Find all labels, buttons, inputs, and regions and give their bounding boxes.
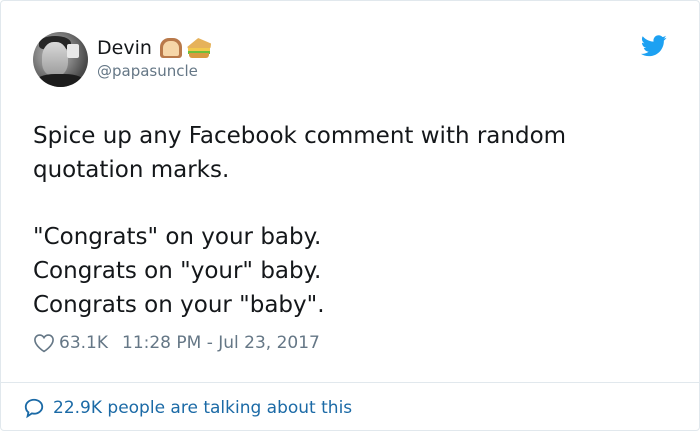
- tweet-line: Spice up any Facebook comment with rando…: [33, 123, 567, 149]
- conversation-count[interactable]: 22.9K people are talking about this: [53, 398, 352, 418]
- avatar-cup: [67, 44, 79, 58]
- tweet-header: Devin @papasuncle: [33, 32, 673, 88]
- tweet-timestamp[interactable]: 11:28 PM - Jul 23, 2017: [122, 333, 320, 353]
- speech-bubble-icon: [24, 398, 44, 419]
- tweet-meta: 63.1K 11:28 PM - Jul 23, 2017: [33, 331, 320, 355]
- divider: [1, 382, 699, 383]
- tweet-line: Congrats on your "baby".: [33, 292, 325, 318]
- tweet-card: Devin @papasuncle Spice up any Facebook …: [0, 0, 700, 431]
- twitter-bird-icon[interactable]: [641, 35, 667, 57]
- display-name[interactable]: Devin: [97, 37, 152, 59]
- tweet-text: Spice up any Facebook comment with rando…: [33, 119, 653, 322]
- tweet-line: "Congrats" on your baby.: [33, 224, 322, 250]
- tweet-line: quotation marks.: [33, 157, 230, 183]
- name-row[interactable]: Devin: [97, 36, 212, 60]
- avatar[interactable]: [33, 32, 88, 87]
- sandwich-icon: [186, 38, 212, 58]
- tweet-line: Congrats on "your" baby.: [33, 258, 322, 284]
- user-handle[interactable]: @papasuncle: [97, 62, 198, 80]
- avatar-face: [42, 42, 68, 76]
- conversation-link[interactable]: 22.9K people are talking about this: [23, 396, 352, 420]
- bread-icon: [159, 38, 182, 58]
- heart-icon[interactable]: [33, 333, 55, 353]
- like-count[interactable]: 63.1K: [59, 333, 108, 353]
- avatar-shirt: [35, 74, 85, 87]
